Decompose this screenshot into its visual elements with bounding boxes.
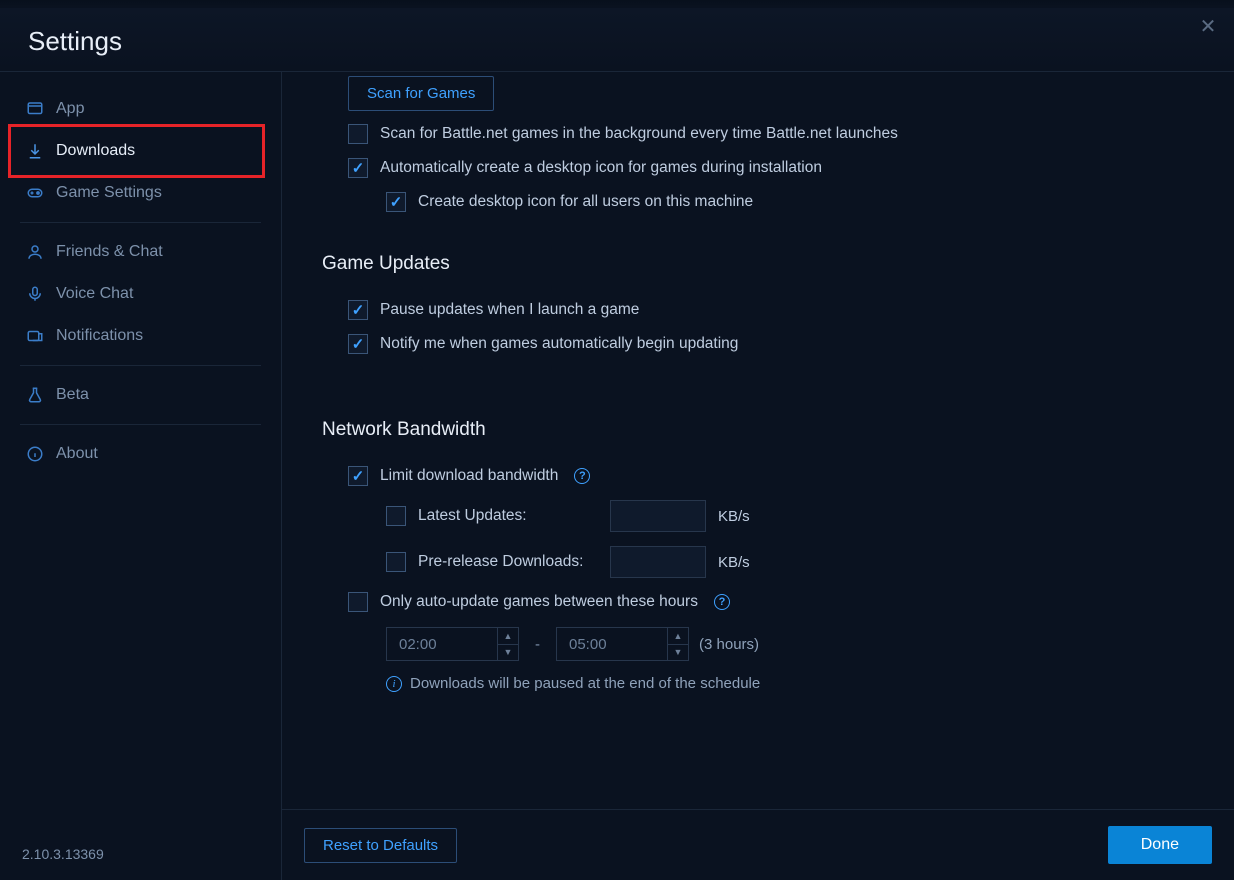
- settings-header: Settings ✕: [0, 8, 1234, 72]
- pause-on-launch-checkbox[interactable]: [348, 300, 368, 320]
- sidebar-item-label: Friends & Chat: [56, 243, 163, 261]
- limit-bandwidth-checkbox[interactable]: [348, 466, 368, 486]
- close-icon: ✕: [1200, 14, 1217, 39]
- sidebar-item-app[interactable]: App: [14, 88, 267, 130]
- divider: [20, 222, 261, 223]
- chevron-up-icon[interactable]: ▲: [668, 628, 688, 645]
- prerelease-checkbox[interactable]: [386, 552, 406, 572]
- sidebar-item-label: Game Settings: [56, 184, 162, 202]
- latest-updates-checkbox[interactable]: [386, 506, 406, 526]
- notify-auto-update-checkbox[interactable]: [348, 334, 368, 354]
- download-icon: [26, 142, 44, 160]
- unit-label: KB/s: [718, 554, 750, 571]
- divider: [20, 365, 261, 366]
- chevron-down-icon[interactable]: ▼: [498, 645, 518, 661]
- scan-background-label: Scan for Battle.net games in the backgro…: [380, 125, 898, 143]
- page-title: Settings: [28, 26, 1206, 57]
- time-end-input[interactable]: [557, 628, 667, 660]
- icon-all-users-checkbox[interactable]: [386, 192, 406, 212]
- settings-content: Scan for Games Scan for Battle.net games…: [282, 72, 1234, 809]
- game-updates-title: Game Updates: [322, 253, 1194, 275]
- sidebar-item-about[interactable]: About: [14, 433, 267, 475]
- sidebar-item-game-settings[interactable]: Game Settings: [14, 172, 267, 214]
- chevron-down-icon[interactable]: ▼: [668, 645, 688, 661]
- sidebar-item-label: Downloads: [56, 142, 135, 160]
- sidebar-item-voice-chat[interactable]: Voice Chat: [14, 273, 267, 315]
- time-start-input[interactable]: [387, 628, 497, 660]
- close-button[interactable]: ✕: [1196, 14, 1220, 38]
- notify-auto-update-label: Notify me when games automatically begin…: [380, 335, 738, 353]
- limit-bandwidth-label: Limit download bandwidth: [380, 467, 558, 485]
- game-settings-icon: [26, 184, 44, 202]
- icon-all-users-label: Create desktop icon for all users on thi…: [418, 193, 753, 211]
- pause-on-launch-label: Pause updates when I launch a game: [380, 301, 639, 319]
- sidebar-item-friends-chat[interactable]: Friends & Chat: [14, 231, 267, 273]
- sidebar-item-notifications[interactable]: Notifications: [14, 315, 267, 357]
- info-icon: i: [386, 676, 402, 692]
- auto-update-hours-label: Only auto-update games between these hou…: [380, 593, 698, 611]
- sidebar-item-label: Voice Chat: [56, 285, 133, 303]
- auto-update-hours-checkbox[interactable]: [348, 592, 368, 612]
- done-button[interactable]: Done: [1108, 826, 1212, 864]
- time-start-spinner[interactable]: ▲ ▼: [386, 627, 519, 661]
- sidebar-item-downloads[interactable]: Downloads: [14, 130, 267, 172]
- sidebar-item-label: Notifications: [56, 327, 143, 345]
- scan-background-checkbox[interactable]: [348, 124, 368, 144]
- prerelease-label: Pre-release Downloads:: [418, 553, 598, 571]
- scan-games-button[interactable]: Scan for Games: [348, 76, 494, 111]
- duration-label: (3 hours): [699, 636, 759, 653]
- dialog-footer: Reset to Defaults Done: [282, 809, 1234, 880]
- divider: [20, 424, 261, 425]
- friends-icon: [26, 243, 44, 261]
- sidebar: App Downloads Game Settings Friends & Ch…: [0, 72, 282, 880]
- time-end-spinner[interactable]: ▲ ▼: [556, 627, 689, 661]
- prerelease-input[interactable]: [610, 546, 706, 578]
- latest-updates-label: Latest Updates:: [418, 507, 598, 525]
- version-label: 2.10.3.13369: [22, 846, 104, 862]
- sidebar-item-beta[interactable]: Beta: [14, 374, 267, 416]
- sidebar-item-label: About: [56, 445, 98, 463]
- unit-label: KB/s: [718, 508, 750, 525]
- info-icon: [26, 445, 44, 463]
- auto-desktop-icon-checkbox[interactable]: [348, 158, 368, 178]
- notifications-icon: [26, 327, 44, 345]
- time-dash: -: [529, 636, 546, 653]
- help-icon[interactable]: ?: [574, 468, 590, 484]
- sidebar-item-label: App: [56, 100, 84, 118]
- network-bandwidth-title: Network Bandwidth: [322, 419, 1194, 441]
- flask-icon: [26, 386, 44, 404]
- latest-updates-input[interactable]: [610, 500, 706, 532]
- app-icon: [26, 100, 44, 118]
- auto-desktop-icon-label: Automatically create a desktop icon for …: [380, 159, 822, 177]
- microphone-icon: [26, 285, 44, 303]
- schedule-info-text: Downloads will be paused at the end of t…: [410, 675, 760, 692]
- reset-defaults-button[interactable]: Reset to Defaults: [304, 828, 457, 863]
- help-icon[interactable]: ?: [714, 594, 730, 610]
- sidebar-item-label: Beta: [56, 386, 89, 404]
- chevron-up-icon[interactable]: ▲: [498, 628, 518, 645]
